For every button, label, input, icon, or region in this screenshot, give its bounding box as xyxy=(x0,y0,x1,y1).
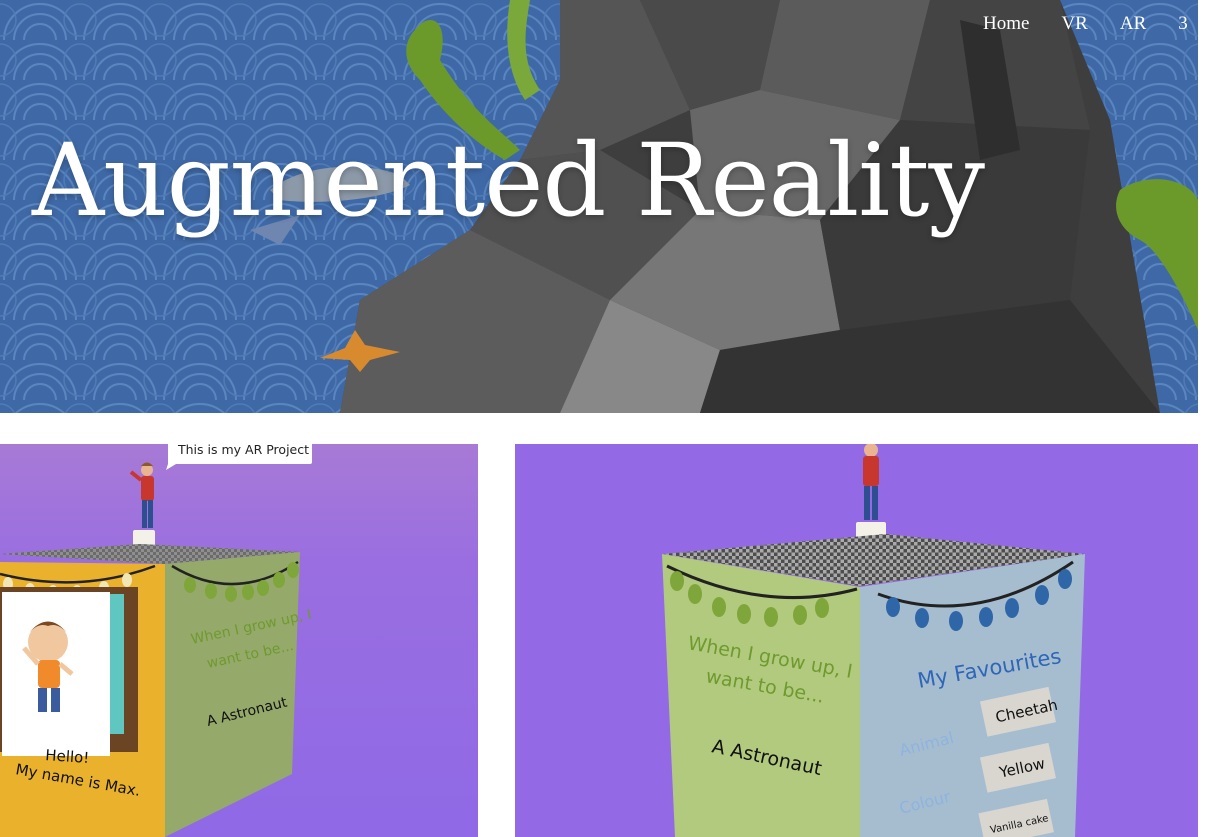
ar-cube-scene-right: When I grow up, I want to be... A Astron… xyxy=(662,444,1085,837)
top-navigation: Home VR AR 3 xyxy=(983,13,1198,35)
front-hello-text: Hello! xyxy=(45,746,90,767)
page-title: Augmented Reality xyxy=(32,122,985,239)
nav-vr-link[interactable]: VR xyxy=(1061,13,1087,35)
boy-figure-icon xyxy=(129,462,155,554)
hero-banner: Home VR AR 3 Augmented Reality xyxy=(0,0,1198,413)
cube-face-right xyxy=(860,554,1085,837)
nav-3d-link[interactable]: 3 xyxy=(1178,13,1188,35)
ar-cube-scene-left: This is my AR Project Hello! My name is … xyxy=(0,444,313,837)
nav-home-link[interactable]: Home xyxy=(983,13,1029,35)
ar-project-card-right[interactable]: When I grow up, I want to be... A Astron… xyxy=(515,444,1198,837)
speech-bubble: This is my AR Project xyxy=(166,444,312,470)
nav-ar-link[interactable]: AR xyxy=(1120,13,1146,35)
ar-project-card-left[interactable]: This is my AR Project Hello! My name is … xyxy=(0,444,478,837)
speech-bubble-text: This is my AR Project xyxy=(177,444,309,457)
